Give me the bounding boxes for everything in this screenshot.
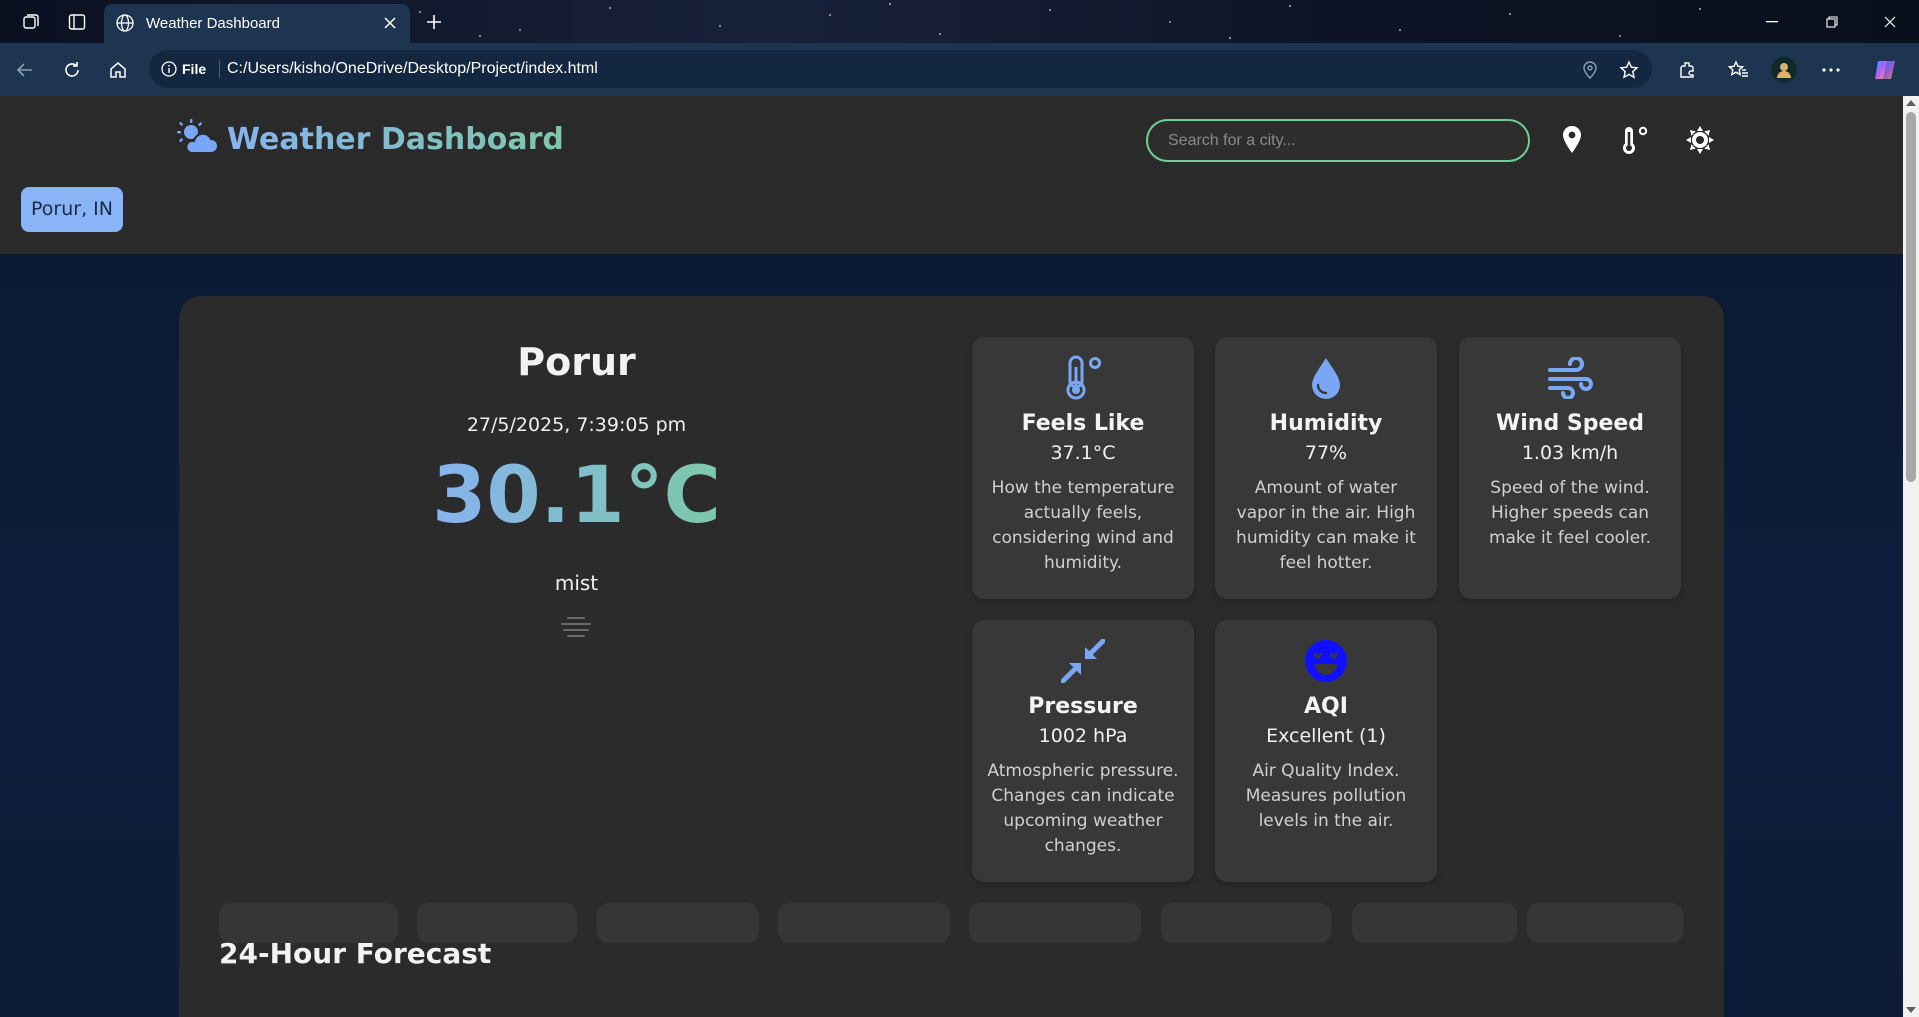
- extensions-icon[interactable]: [1672, 55, 1702, 85]
- compress-icon: [972, 638, 1194, 684]
- copilot-icon[interactable]: [1870, 55, 1900, 85]
- metric-card-feels-like: Feels Like 37.1°C How the temperature ac…: [972, 337, 1194, 599]
- metric-card-wind-speed: Wind Speed 1.03 km/h Speed of the wind. …: [1459, 337, 1681, 599]
- scroll-up-arrow-icon[interactable]: [1906, 100, 1916, 106]
- metric-card-humidity: Humidity 77% Amount of water vapor in th…: [1215, 337, 1437, 599]
- forecast-card[interactable]: [1527, 903, 1683, 943]
- close-tab-icon[interactable]: [380, 13, 400, 33]
- forecast-card[interactable]: [1352, 903, 1517, 943]
- metric-value: 1.03 km/h: [1521, 442, 1619, 464]
- back-icon[interactable]: [10, 55, 40, 85]
- metric-description: Speed of the wind. Higher speeds can mak…: [1488, 478, 1652, 548]
- metric-title: Wind Speed: [1495, 411, 1645, 436]
- theme-toggle-button[interactable]: [1682, 122, 1718, 158]
- vertical-tabs-icon[interactable]: [63, 8, 91, 36]
- address-bar[interactable]: File C:/Users/kisho/OneDrive/Desktop/Pro…: [149, 50, 1652, 88]
- current-temperature: 30.1°C: [179, 451, 974, 541]
- thermometer-icon: [972, 355, 1194, 401]
- close-window-icon[interactable]: [1870, 8, 1910, 36]
- info-icon: [161, 61, 177, 77]
- url-text[interactable]: C:/Users/kisho/OneDrive/Desktop/Project/…: [227, 60, 598, 78]
- weather-condition: mist: [554, 571, 599, 595]
- city-name: Porur: [517, 340, 636, 384]
- date-time: 27/5/2025, 7:39:05 pm: [466, 414, 687, 436]
- metric-value: Excellent (1): [1266, 725, 1386, 747]
- metric-value: 37.1°C: [1050, 442, 1116, 464]
- metric-title: Pressure: [1028, 694, 1138, 719]
- metric-value: 1002 hPa: [1038, 725, 1128, 747]
- temperature-value: 30.1°C: [432, 451, 721, 541]
- favorite-star-icon[interactable]: [1618, 59, 1640, 81]
- site-info-button[interactable]: File: [161, 60, 221, 78]
- refresh-icon[interactable]: [57, 55, 87, 85]
- new-tab-icon[interactable]: [420, 8, 448, 36]
- profile-avatar[interactable]: [1769, 55, 1799, 85]
- tab-weather-dashboard[interactable]: Weather Dashboard: [104, 4, 410, 43]
- current-location-button[interactable]: [1554, 122, 1590, 158]
- wind-icon: [1459, 355, 1681, 401]
- page-content: Weather Dashboard Porur, IN Porur 27/5/2…: [0, 96, 1903, 1017]
- location-permission-icon[interactable]: [1579, 59, 1601, 81]
- droplet-icon: [1215, 355, 1437, 401]
- forecast-card[interactable]: [597, 903, 759, 943]
- mist-icon: [558, 614, 594, 644]
- sun-icon: [1686, 126, 1714, 154]
- metric-description: Atmospheric pressure. Changes can indica…: [987, 761, 1179, 856]
- metric-card-pressure: Pressure 1002 hPa Atmospheric pressure. …: [972, 620, 1194, 882]
- scroll-down-arrow-icon[interactable]: [1906, 1007, 1916, 1013]
- restore-icon[interactable]: [1812, 8, 1852, 36]
- address-bar-row: File C:/Users/kisho/OneDrive/Desktop/Pro…: [0, 43, 1919, 96]
- page-scrollbar[interactable]: [1903, 96, 1919, 1017]
- metric-title: AQI: [1304, 694, 1348, 719]
- metric-title: Humidity: [1269, 411, 1383, 436]
- cloud-sun-icon: [177, 119, 219, 159]
- metric-title: Feels Like: [1021, 411, 1145, 436]
- metric-description: How the temperature actually feels, cons…: [991, 478, 1175, 573]
- temperature-unit-toggle[interactable]: [1616, 122, 1652, 158]
- metric-description: Air Quality Index. Measures pollution le…: [1245, 761, 1407, 831]
- url-scheme: File: [182, 61, 207, 77]
- workspaces-icon[interactable]: [17, 8, 45, 36]
- location-pin-icon: [1563, 126, 1581, 153]
- favorites-icon[interactable]: [1723, 55, 1753, 85]
- forecast-card[interactable]: [1161, 903, 1331, 943]
- more-options-icon[interactable]: [1816, 55, 1846, 85]
- city-search-input[interactable]: [1146, 119, 1530, 162]
- thermometer-degree-icon: [1623, 126, 1648, 154]
- metric-card-aqi: AQI Excellent (1) Air Quality Index. Mea…: [1215, 620, 1437, 882]
- metric-description: Amount of water vapor in the air. High h…: [1236, 478, 1416, 573]
- browser-title-bar: Weather Dashboard: [0, 0, 1919, 43]
- tab-title: Weather Dashboard: [146, 15, 280, 32]
- forecast-card[interactable]: [219, 903, 398, 943]
- app-title: Weather Dashboard: [227, 121, 564, 157]
- scrollbar-thumb[interactable]: [1906, 112, 1916, 482]
- forecast-card[interactable]: [417, 903, 577, 943]
- forecast-card[interactable]: [969, 903, 1141, 943]
- globe-icon: [115, 13, 135, 37]
- minimize-icon[interactable]: [1752, 8, 1792, 36]
- metric-value: 77%: [1304, 442, 1348, 464]
- home-icon[interactable]: [103, 55, 133, 85]
- forecast-card[interactable]: [778, 903, 950, 943]
- smile-icon: [1215, 638, 1437, 684]
- saved-location-chip[interactable]: Porur, IN: [21, 187, 123, 232]
- app-header: Weather Dashboard Porur, IN: [0, 96, 1903, 254]
- brand: Weather Dashboard: [177, 119, 564, 159]
